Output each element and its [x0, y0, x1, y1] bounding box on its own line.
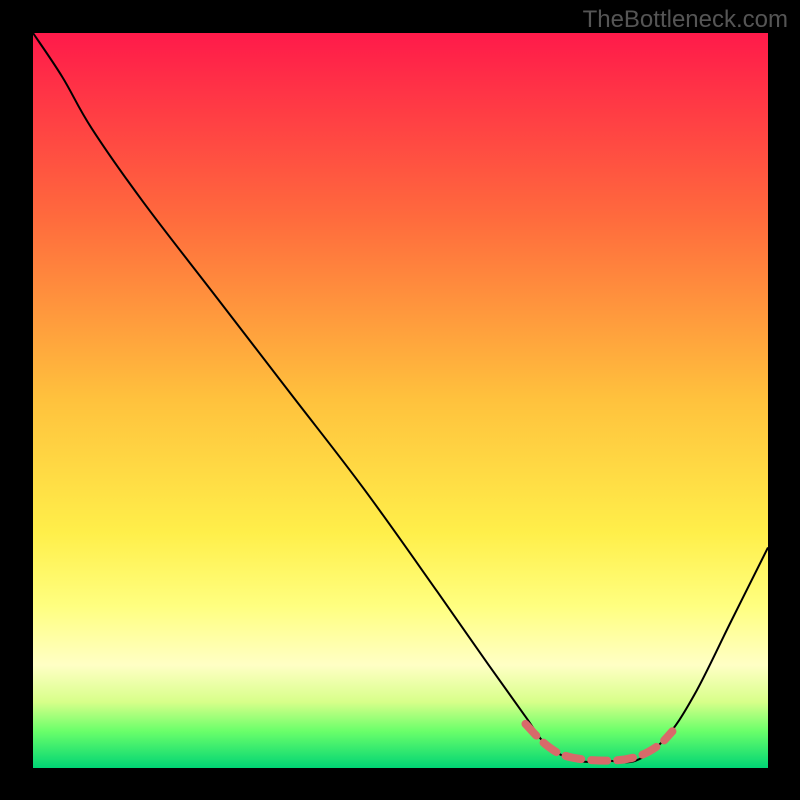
watermark-text: TheBottleneck.com — [583, 6, 788, 34]
gradient-background — [33, 33, 768, 768]
chart-plot-area — [33, 33, 768, 768]
chart-svg — [33, 33, 768, 768]
